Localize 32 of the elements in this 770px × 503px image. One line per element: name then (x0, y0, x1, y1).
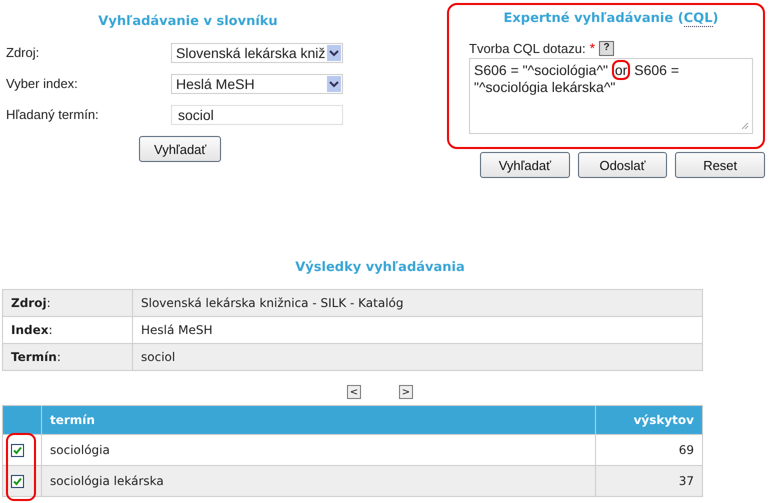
required-mark: * (590, 40, 596, 56)
action-button[interactable]: Reset (675, 152, 766, 178)
action-button[interactable]: Vyhľadať (480, 152, 570, 178)
term-cell: sociológia lekárska (42, 466, 596, 496)
search-term-field[interactable]: sociol (171, 104, 343, 124)
info-label: Zdroj: (2, 290, 132, 316)
dropdown[interactable]: Heslá MeSH (171, 74, 343, 94)
checkbox[interactable] (11, 444, 24, 456)
annotation-outline (6, 433, 36, 501)
section-title: Vyhľadávanie v slovníku (97, 14, 279, 29)
section-title: ) (712, 11, 718, 26)
help-button[interactable]: ? (599, 40, 614, 56)
search-button[interactable]: Vyhľadať (139, 136, 222, 162)
checkbox[interactable] (11, 474, 24, 488)
field-label: Zdroj: (6, 45, 40, 60)
section-title: Expertné vyhľadávanie ( (504, 11, 684, 26)
section-title: Výsledky vyhľadávania (294, 260, 466, 275)
query-field[interactable]: S606 = "^sociológia^" or S606 = "^sociológia lekárska^" (469, 58, 753, 134)
field-label: Vyber index: (6, 76, 79, 91)
resize-grip-icon (741, 122, 749, 130)
action-button[interactable]: Odoslať (578, 152, 668, 178)
info-value: Slovenská lekárska knižnica - SILK - Katalóg (132, 290, 702, 316)
column-header: termín (42, 406, 596, 434)
next-button[interactable]: > (399, 385, 413, 399)
previous-button[interactable]: < (347, 385, 361, 399)
count-cell: 37 (596, 466, 702, 496)
info-label: Termín: (2, 344, 132, 370)
field-label: Tvorba CQL dotazu: (469, 40, 586, 56)
info-value: sociol (132, 344, 702, 370)
dropdown[interactable]: Slovenská lekárska kniž (171, 42, 343, 62)
column-header: výskytov (596, 406, 702, 434)
field-label: Hľadaný termín: (6, 107, 100, 122)
